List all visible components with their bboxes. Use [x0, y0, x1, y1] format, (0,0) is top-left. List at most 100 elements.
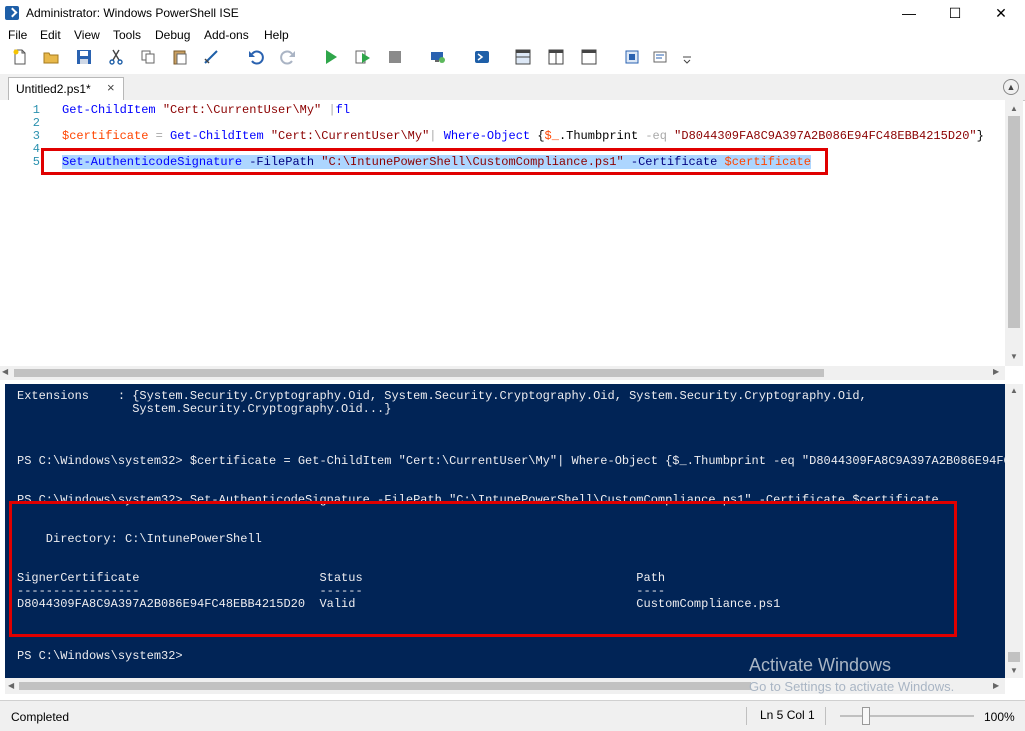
menu-bar: File Edit View Tools Debug Add-ons Help [0, 26, 1025, 44]
script-tab-strip: Untitled2.ps1* × [0, 74, 1025, 101]
code-token: | [429, 129, 437, 143]
line-number: 4 [32, 142, 40, 156]
cursor-position: Ln 5 Col 1 [760, 708, 815, 722]
start-powershell-icon[interactable] [474, 49, 490, 65]
code-token: Where-Object [443, 129, 531, 143]
code-token: Get-ChildItem [62, 103, 156, 117]
code-token: } [976, 129, 984, 143]
collapse-script-pane-icon[interactable]: ▲ [1003, 79, 1019, 95]
status-bar: Completed Ln 5 Col 1 100% [0, 700, 1025, 731]
scroll-up-icon[interactable]: ▲ [1010, 104, 1018, 113]
run-script-icon[interactable] [323, 49, 339, 65]
toolbar [0, 44, 1025, 70]
window-title: Administrator: Windows PowerShell ISE [26, 6, 239, 20]
code-text: $certificate = Get-ChildItem "Cert:\Curr… [62, 129, 984, 143]
code-token: $certificate [62, 129, 149, 143]
console-highlight-box [9, 501, 957, 637]
line-number: 2 [32, 116, 40, 130]
code-token: { [530, 129, 545, 143]
new-file-icon[interactable] [12, 49, 28, 65]
maximize-button[interactable]: ☐ [932, 0, 978, 26]
cut-icon[interactable] [108, 49, 124, 65]
undo-icon[interactable] [248, 49, 264, 65]
clear-icon[interactable] [203, 49, 219, 65]
tab-label: Untitled2.ps1* [16, 82, 91, 96]
command-addon-icon[interactable] [624, 49, 640, 65]
status-text: Completed [11, 710, 70, 724]
menu-help[interactable]: Help [264, 28, 289, 42]
console-scroll-thumb[interactable] [1008, 652, 1020, 662]
code-token: "Cert:\CurrentUser\My" [270, 129, 430, 143]
powershell-app-icon [5, 6, 19, 20]
activate-windows-subtitle: Go to Settings to activate Windows. [749, 679, 955, 694]
script-pane-right-icon[interactable] [548, 49, 564, 65]
copy-icon[interactable] [140, 49, 156, 65]
activate-windows-title: Activate Windows [749, 655, 892, 675]
save-icon[interactable] [76, 49, 92, 65]
code-token: | [328, 103, 336, 117]
console-line: System.Security.Cryptography.Oid...} [17, 402, 392, 416]
console-hscroll-thumb[interactable] [19, 682, 751, 690]
paste-icon[interactable] [172, 49, 188, 65]
stop-icon[interactable] [387, 49, 403, 65]
minimize-button[interactable]: — [886, 0, 932, 26]
status-separator [825, 707, 826, 725]
editor-hscroll-thumb[interactable] [14, 369, 824, 377]
toolbar-overflow-icon[interactable] [682, 54, 692, 64]
console-scroll-left-icon[interactable]: ◀ [8, 681, 14, 690]
menu-add-ons[interactable]: Add-ons [204, 28, 249, 42]
console-scroll-down-icon[interactable]: ▼ [1010, 666, 1018, 675]
menu-tools[interactable]: Tools [113, 28, 141, 42]
status-separator [746, 707, 747, 725]
open-folder-icon[interactable] [43, 49, 59, 65]
menu-file[interactable]: File [8, 28, 27, 42]
code-token: fl [335, 103, 351, 117]
editor-highlight-box [41, 148, 828, 175]
code-text: Get-ChildItem "Cert:\CurrentUser\My" |fl [62, 103, 350, 117]
zoom-slider-thumb[interactable] [862, 707, 870, 725]
console-line: Extensions : {System.Security.Cryptograp… [17, 389, 867, 403]
remote-powershell-icon[interactable] [430, 49, 446, 65]
script-pane-top-icon[interactable] [515, 49, 531, 65]
line-number: 3 [32, 129, 40, 143]
line-number: 5 [32, 155, 40, 169]
redo-icon[interactable] [280, 49, 296, 65]
code-token: "Cert:\CurrentUser\My" [162, 103, 322, 117]
code-token: "D8044309FA8C9A397A2B086E94FC48EBB4215D2… [674, 129, 977, 143]
scroll-down-icon[interactable]: ▼ [1010, 352, 1018, 361]
tab-close-icon[interactable]: × [107, 80, 115, 95]
editor-vertical-scrollbar[interactable]: ▲ ▼ [1005, 100, 1023, 366]
tab-untitled2[interactable]: Untitled2.ps1* × [8, 77, 124, 100]
editor-scroll-thumb[interactable] [1008, 116, 1020, 328]
run-selection-icon[interactable] [355, 49, 371, 65]
zoom-level: 100% [984, 710, 1015, 724]
editor-horizontal-scrollbar[interactable]: ◀ ▶ [0, 366, 1005, 380]
show-command-icon[interactable] [652, 49, 668, 65]
console-scroll-up-icon[interactable]: ▲ [1010, 386, 1018, 395]
close-button[interactable]: ✕ [978, 0, 1024, 26]
console-vertical-scrollbar[interactable]: ▲ ▼ [1005, 384, 1023, 678]
scroll-right-icon[interactable]: ▶ [993, 367, 999, 376]
zoom-slider-track[interactable] [840, 715, 974, 717]
title-bar: Administrator: Windows PowerShell ISE — … [0, 0, 1025, 26]
scroll-left-icon[interactable]: ◀ [2, 367, 8, 376]
console-line: PS C:\Windows\system32> $certificate = G… [17, 454, 1005, 468]
code-token: .Thumbprint [558, 129, 646, 143]
menu-view[interactable]: View [74, 28, 100, 42]
script-pane-maximized-icon[interactable] [581, 49, 597, 65]
code-token: = [155, 129, 163, 143]
menu-edit[interactable]: Edit [40, 28, 61, 42]
console-scroll-right-icon[interactable]: ▶ [993, 681, 999, 690]
code-token: Get-ChildItem [170, 129, 264, 143]
menu-debug[interactable]: Debug [155, 28, 190, 42]
script-editor[interactable]: 1 Get-ChildItem "Cert:\CurrentUser\My" |f… [0, 100, 1005, 366]
code-token: $_ [544, 129, 559, 143]
console-line: PS C:\Windows\system32> [17, 649, 183, 663]
code-token: -eq [645, 129, 667, 143]
line-number: 1 [32, 103, 40, 117]
